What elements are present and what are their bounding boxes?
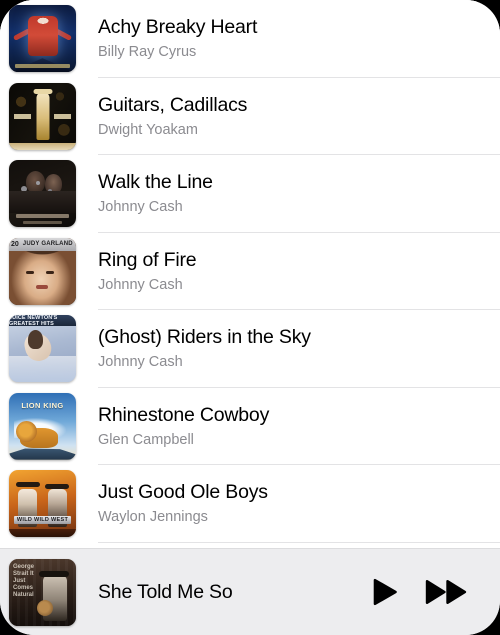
song-meta: Rhinestone Cowboy Glen Campbell [98, 403, 500, 450]
album-art-thumbnail [9, 160, 76, 228]
song-meta: Ring of Fire Johnny Cash [98, 248, 500, 295]
list-item[interactable]: WILD WILD WEST Just Good Ole Boys Waylon… [0, 465, 500, 543]
song-title: (Ghost) Riders in the Sky [98, 326, 311, 349]
player-card: Achy Breaky Heart Billy Ray Cyrus Guitar… [0, 0, 500, 635]
now-playing-title: She Told Me So [98, 580, 233, 603]
song-artist: Billy Ray Cyrus [98, 44, 197, 61]
album-art-thumbnail: 20 JUDY GARLAND [9, 237, 76, 305]
album-art-label: George Strait It Just Comes Natural [13, 563, 35, 598]
song-title: Guitars, Cadillacs [98, 93, 248, 116]
song-artist: Johnny Cash [98, 199, 183, 216]
album-art-label: JUDY GARLAND [22, 241, 73, 248]
song-title: Just Good Ole Boys [98, 481, 268, 504]
album-art-label: 20 [11, 240, 19, 248]
fast-forward-icon [425, 580, 467, 604]
list-item[interactable]: JUICE NEWTON'S GREATEST HITS (Ghost) Rid… [0, 310, 500, 388]
list-item[interactable]: Walk the Line Johnny Cash [0, 155, 500, 233]
song-artist: Dwight Yoakam [98, 121, 198, 138]
list-item[interactable]: LION KING Rhinestone Cowboy Glen Campbel… [0, 387, 500, 465]
song-meta: Achy Breaky Heart Billy Ray Cyrus [98, 15, 500, 62]
song-artist: Johnny Cash [98, 276, 183, 293]
song-artist: Glen Campbell [98, 431, 194, 448]
song-meta: Walk the Line Johnny Cash [98, 170, 500, 217]
album-art-label: WILD WILD WEST [16, 517, 69, 524]
album-art-label: LION KING [21, 401, 64, 411]
play-button[interactable] [370, 577, 400, 607]
list-item[interactable]: Achy Breaky Heart Billy Ray Cyrus [0, 0, 500, 78]
song-list: Achy Breaky Heart Billy Ray Cyrus Guitar… [0, 0, 500, 543]
app-root: Achy Breaky Heart Billy Ray Cyrus Guitar… [0, 0, 500, 635]
song-title: Achy Breaky Heart [98, 16, 258, 39]
now-playing-bar[interactable]: George Strait It Just Comes Natural She … [0, 548, 500, 635]
next-track-button[interactable] [424, 577, 470, 607]
album-art-thumbnail: LION KING [9, 392, 76, 460]
album-art-thumbnail [9, 5, 76, 73]
song-title: Ring of Fire [98, 248, 197, 271]
now-playing-album-art: George Strait It Just Comes Natural [9, 558, 76, 626]
song-title: Walk the Line [98, 171, 213, 194]
song-meta: Guitars, Cadillacs Dwight Yoakam [98, 93, 500, 140]
song-artist: Waylon Jennings [98, 509, 208, 526]
album-art-label: JUICE NEWTON'S GREATEST HITS [9, 315, 58, 327]
song-title: Rhinestone Cowboy [98, 403, 270, 426]
row-separator [98, 541, 500, 543]
play-icon [373, 578, 397, 606]
album-art-thumbnail: JUICE NEWTON'S GREATEST HITS [9, 315, 76, 383]
song-artist: Johnny Cash [98, 354, 183, 371]
album-art-thumbnail: WILD WILD WEST [9, 470, 76, 538]
playback-controls [370, 577, 470, 607]
song-meta: Just Good Ole Boys Waylon Jennings [98, 480, 500, 527]
list-item[interactable]: 20 JUDY GARLAND Ring of Fire Johnny Cash [0, 232, 500, 310]
album-art-thumbnail [9, 82, 76, 150]
list-item[interactable]: Guitars, Cadillacs Dwight Yoakam [0, 77, 500, 155]
song-meta: (Ghost) Riders in the Sky Johnny Cash [98, 325, 500, 372]
